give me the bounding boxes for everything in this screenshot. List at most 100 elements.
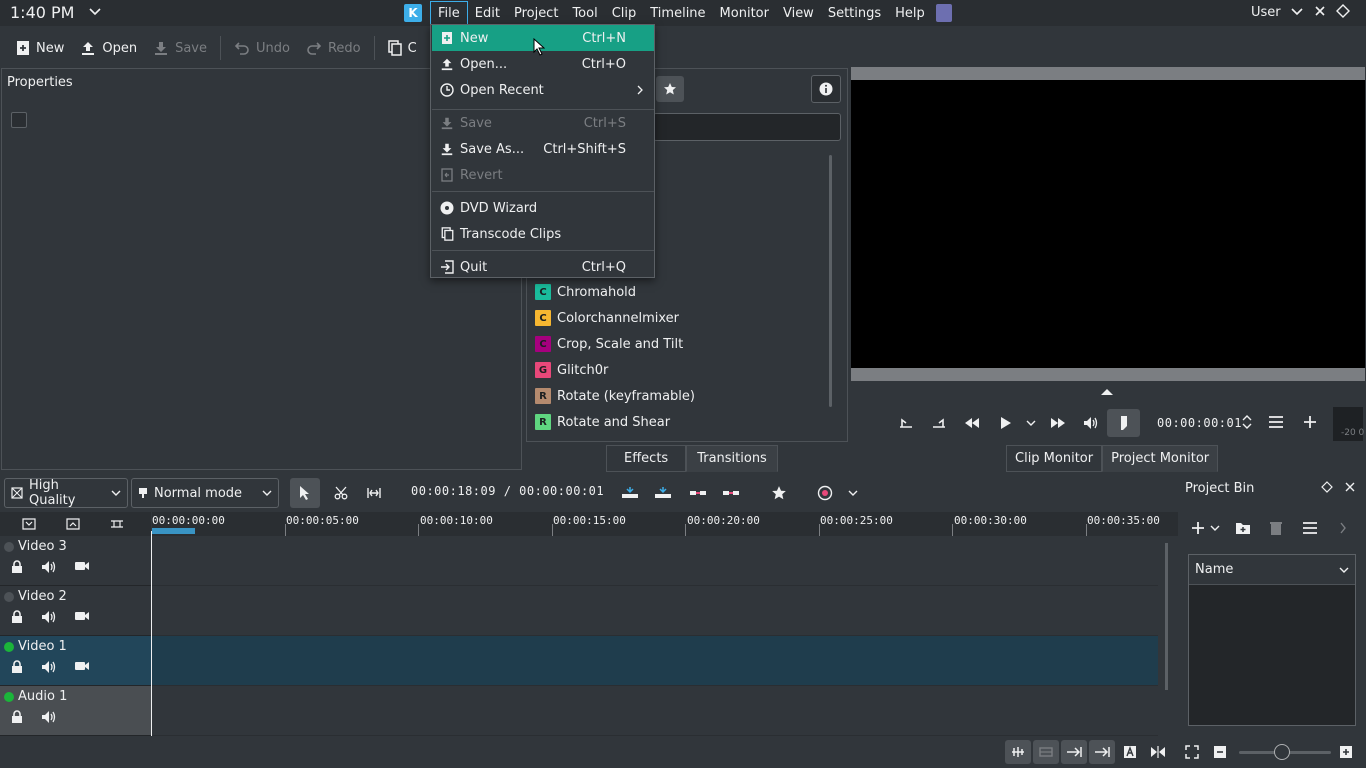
track-active-indicator[interactable] xyxy=(4,642,14,652)
zoom-out-icon[interactable] xyxy=(1207,740,1233,764)
zoom-slider-handle[interactable] xyxy=(1274,744,1290,760)
chevron-right-icon[interactable] xyxy=(1339,521,1347,535)
effect-item-crop-scale-tilt[interactable]: C Crop, Scale and Tilt xyxy=(535,331,835,357)
chevron-down-icon[interactable] xyxy=(88,6,102,18)
selection-tool-icon[interactable] xyxy=(290,478,320,508)
marker-icon[interactable] xyxy=(1107,409,1140,437)
snap-icon[interactable] xyxy=(1061,740,1087,764)
monitor-timecode[interactable]: 00:00:00:01 xyxy=(1157,416,1242,430)
effect-item-rotate-keyframable[interactable]: R Rotate (keyframable) xyxy=(535,383,835,409)
menu-clip[interactable]: Clip xyxy=(605,1,644,25)
spacer-tool-icon[interactable] xyxy=(359,478,389,508)
thumbnails-icon[interactable] xyxy=(1033,740,1059,764)
menu-project[interactable]: Project xyxy=(507,1,565,25)
close-icon[interactable] xyxy=(1313,4,1327,18)
clock[interactable]: 1:40 PM xyxy=(10,3,74,22)
favorite-effects-star-icon[interactable] xyxy=(764,478,794,508)
lift-icon[interactable] xyxy=(683,478,713,508)
lock-icon[interactable] xyxy=(10,710,24,724)
chevron-down-icon[interactable] xyxy=(843,478,863,508)
zoom-slider[interactable] xyxy=(1235,740,1331,764)
properties-checkbox[interactable] xyxy=(11,112,27,128)
add-folder-icon[interactable] xyxy=(1235,521,1251,535)
video-hide-icon[interactable] xyxy=(74,560,90,574)
file-menu-transcode-clips[interactable]: Transcode Clips xyxy=(432,221,654,247)
zoom-in-icon[interactable] xyxy=(1333,740,1359,764)
expand-tracks-icon[interactable] xyxy=(66,518,80,530)
play-icon[interactable] xyxy=(988,409,1021,437)
track-header-video-3[interactable]: Video 3 xyxy=(0,536,151,586)
tab-clip-monitor[interactable]: Clip Monitor xyxy=(1006,445,1103,472)
monitor-menu-icon[interactable] xyxy=(1268,415,1284,429)
rewind-icon[interactable] xyxy=(955,409,988,437)
menu-timeline[interactable]: Timeline xyxy=(643,1,712,25)
fast-forward-icon[interactable] xyxy=(1041,409,1074,437)
menu-view[interactable]: View xyxy=(776,1,821,25)
timeline-ruler[interactable]: 00:00:00:00 00:00:05:00 00:00:10:00 00:0… xyxy=(152,512,1178,536)
audio-mute-icon[interactable] xyxy=(41,660,57,674)
chevron-down-icon[interactable] xyxy=(1210,524,1220,532)
bin-tree-view[interactable]: Name xyxy=(1188,554,1356,726)
file-menu-save-as[interactable]: Save As... Ctrl+Shift+S xyxy=(432,136,654,162)
playhead[interactable] xyxy=(151,531,152,736)
bin-column-header[interactable]: Name xyxy=(1189,555,1355,585)
track-video-2[interactable] xyxy=(152,586,1158,636)
video-hide-icon[interactable] xyxy=(74,610,90,624)
timeline-zone[interactable] xyxy=(152,528,195,534)
triangle-up-icon[interactable] xyxy=(1101,388,1113,396)
ripple-icon[interactable] xyxy=(1089,740,1115,764)
record-icon[interactable] xyxy=(810,478,840,508)
fit-zoom-icon[interactable] xyxy=(1179,740,1205,764)
effects-scrollbar[interactable] xyxy=(829,155,832,407)
split-view-icon[interactable] xyxy=(1145,740,1171,764)
minimize-icon[interactable] xyxy=(1290,4,1304,18)
menu-settings[interactable]: Settings xyxy=(821,1,888,25)
effects-search-input[interactable] xyxy=(653,113,841,141)
spin-arrows-icon[interactable] xyxy=(1242,413,1252,431)
redo-button[interactable]: Redo xyxy=(298,33,369,63)
file-menu-open-recent[interactable]: Open Recent xyxy=(432,77,654,103)
save-button[interactable]: Save xyxy=(145,33,215,63)
effect-item-chromahold[interactable]: C Chromahold xyxy=(535,279,835,305)
add-icon[interactable] xyxy=(1303,415,1317,429)
track-active-indicator[interactable] xyxy=(4,692,14,702)
track-video-3[interactable] xyxy=(152,536,1158,586)
close-panel-icon[interactable] xyxy=(1344,481,1356,493)
bin-menu-icon[interactable] xyxy=(1302,521,1318,535)
file-menu-quit[interactable]: Quit Ctrl+Q xyxy=(432,254,654,280)
split-audio-icon[interactable] xyxy=(1005,740,1031,764)
collapse-tracks-icon[interactable] xyxy=(22,518,36,530)
undo-button[interactable]: Undo xyxy=(226,33,298,63)
float-panel-icon[interactable] xyxy=(1321,481,1333,493)
user-label[interactable]: User xyxy=(1251,5,1281,20)
edit-mode-select[interactable]: Normal mode xyxy=(131,478,279,508)
effect-item-glitch0r[interactable]: G Glitch0r xyxy=(535,357,835,383)
razor-tool-icon[interactable] xyxy=(326,478,356,508)
app-indicator-icon[interactable] xyxy=(935,4,952,22)
set-zone-in-icon[interactable] xyxy=(889,409,922,437)
menu-help[interactable]: Help xyxy=(888,1,932,25)
menu-monitor[interactable]: Monitor xyxy=(713,1,776,25)
timeline-scrollbar[interactable] xyxy=(1165,543,1168,690)
track-video-1[interactable] xyxy=(152,636,1158,686)
volume-icon[interactable] xyxy=(1074,409,1107,437)
tab-transitions[interactable]: Transitions xyxy=(686,445,778,472)
copy-button[interactable]: C xyxy=(380,33,425,63)
text-icon[interactable] xyxy=(1117,740,1143,764)
menu-file[interactable]: File xyxy=(430,1,468,25)
set-zone-out-icon[interactable] xyxy=(922,409,955,437)
play-options-chevron-icon[interactable] xyxy=(1021,409,1041,437)
lock-icon[interactable] xyxy=(10,610,24,624)
track-header-video-1[interactable]: Video 1 xyxy=(0,636,151,686)
track-active-indicator[interactable] xyxy=(4,592,14,602)
menu-edit[interactable]: Edit xyxy=(468,1,507,25)
menu-tool[interactable]: Tool xyxy=(565,1,604,25)
monitor-screen[interactable] xyxy=(851,80,1365,368)
track-active-indicator[interactable] xyxy=(4,542,14,552)
add-clip-icon[interactable] xyxy=(1191,521,1205,535)
audio-mute-icon[interactable] xyxy=(41,610,57,624)
video-hide-icon[interactable] xyxy=(74,660,90,674)
track-header-audio-1[interactable]: Audio 1 xyxy=(0,686,151,736)
new-button[interactable]: New xyxy=(8,33,72,63)
file-menu-revert[interactable]: Revert xyxy=(432,162,654,188)
